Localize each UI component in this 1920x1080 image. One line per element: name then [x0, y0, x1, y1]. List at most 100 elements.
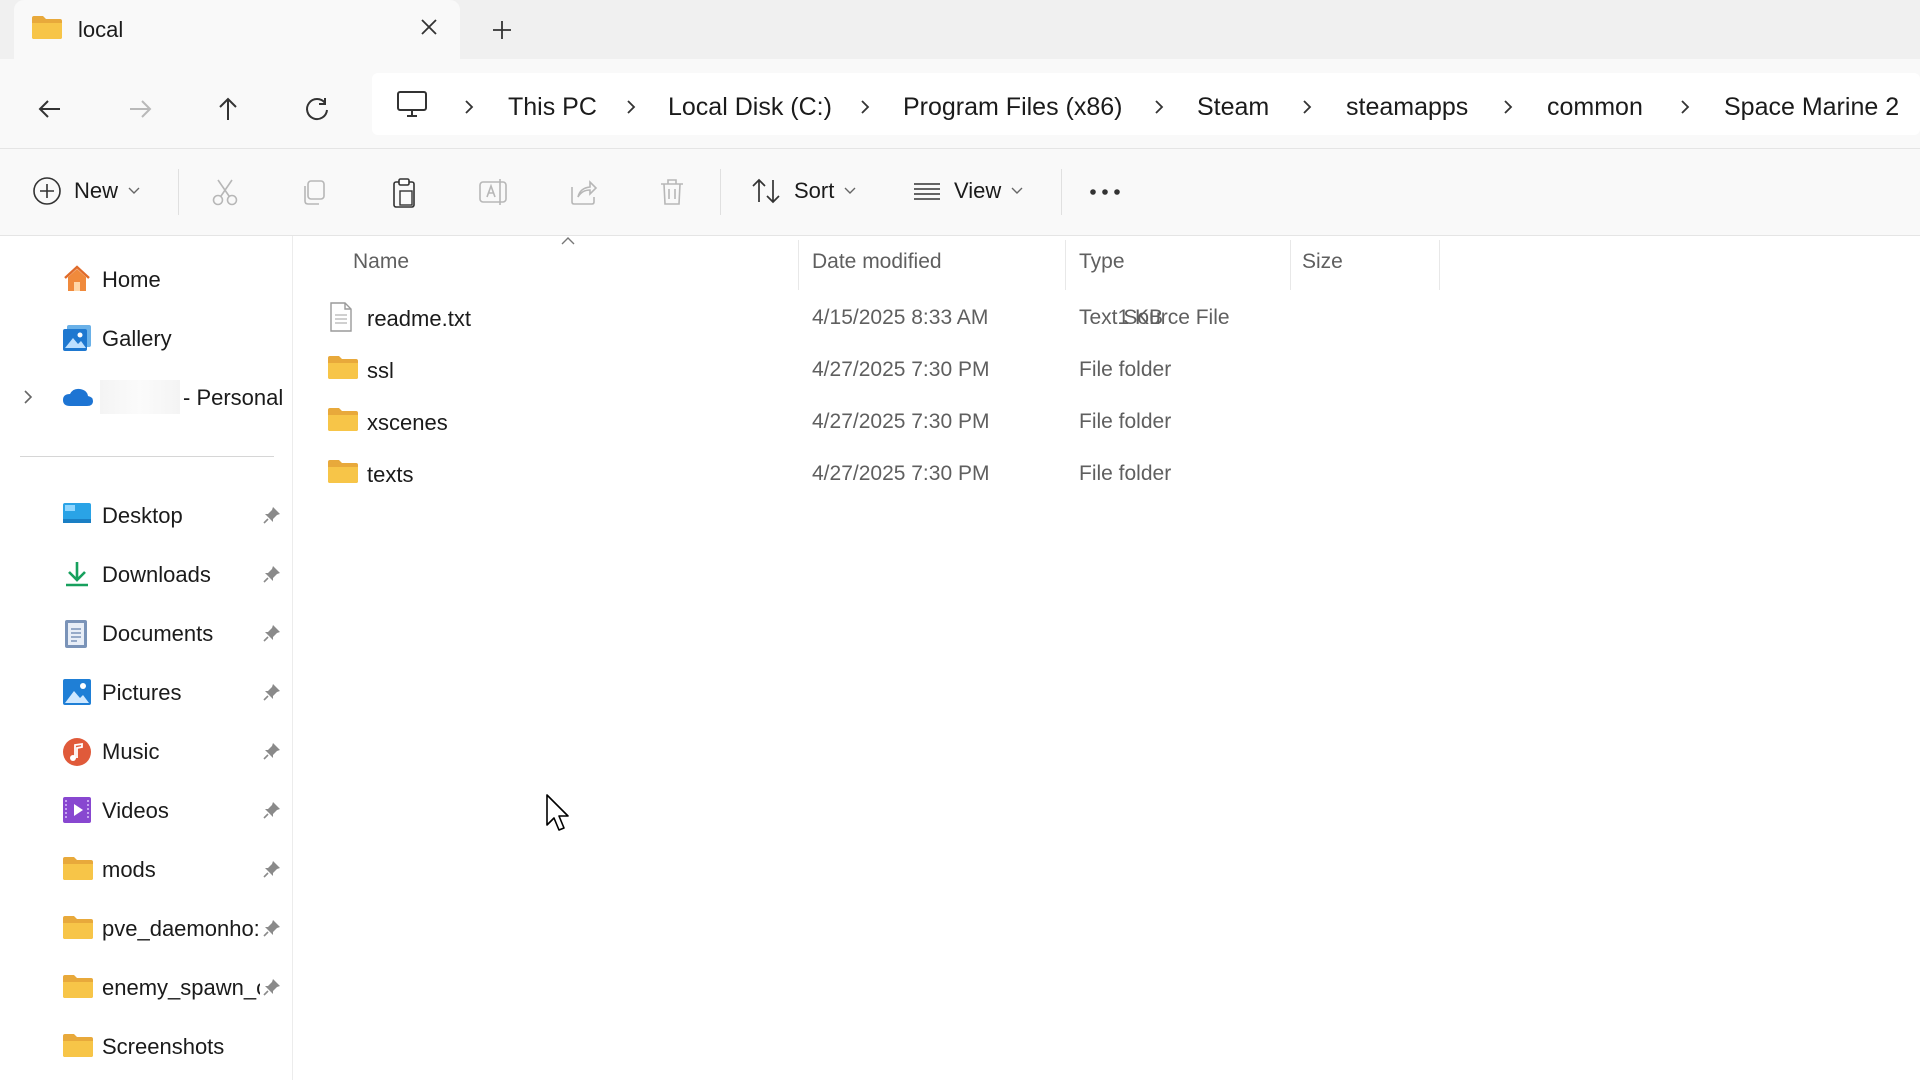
- column-separator[interactable]: [1290, 240, 1291, 290]
- back-arrow-icon[interactable]: [30, 89, 70, 129]
- file-list: Name Date modified Type Size readme.txt …: [293, 236, 1920, 1080]
- sidebar-item-pve-daemonhost[interactable]: pve_daemonho:: [0, 906, 292, 950]
- pin-icon[interactable]: [262, 564, 282, 584]
- sidebar-item-mods[interactable]: mods: [0, 847, 292, 891]
- file-row[interactable]: xscenes 4/27/2025 7:30 PM File folder: [293, 398, 1443, 446]
- file-row[interactable]: readme.txt 4/15/2025 8:33 AM Text Source…: [293, 294, 1443, 342]
- text-file-icon: [329, 302, 353, 332]
- sidebar-item-label: Documents: [102, 621, 214, 646]
- cloud-icon: [62, 387, 94, 407]
- column-separator[interactable]: [1439, 240, 1440, 290]
- sidebar-item-videos[interactable]: Videos: [0, 788, 292, 832]
- file-date: 4/27/2025 7:30 PM: [812, 462, 990, 485]
- sidebar-item-onedrive[interactable]: - Personal: [0, 375, 292, 419]
- delete-icon[interactable]: [657, 177, 687, 207]
- sort-ascending-icon: [560, 236, 576, 246]
- separator: [720, 169, 721, 215]
- chevron-right-icon[interactable]: [1300, 97, 1314, 117]
- sidebar-item-downloads[interactable]: Downloads: [0, 552, 292, 596]
- folder-icon: [327, 406, 359, 432]
- pin-icon[interactable]: [262, 977, 282, 997]
- share-icon[interactable]: [568, 177, 598, 207]
- sidebar-item-label: mods: [102, 857, 156, 882]
- chevron-right-icon[interactable]: [462, 97, 476, 117]
- rename-icon[interactable]: [478, 177, 510, 207]
- pin-icon[interactable]: [262, 741, 282, 761]
- separator: [1061, 169, 1062, 215]
- forward-arrow-icon[interactable]: [120, 89, 160, 129]
- breadcrumb-steam[interactable]: Steam: [1197, 93, 1269, 122]
- column-separator[interactable]: [798, 240, 799, 290]
- separator: [178, 169, 179, 215]
- plus-icon[interactable]: [490, 18, 514, 42]
- file-name: xscenes: [367, 410, 448, 435]
- breadcrumb-space-marine-2[interactable]: Space Marine 2: [1724, 93, 1899, 122]
- refresh-icon[interactable]: [297, 89, 337, 129]
- paste-icon[interactable]: [389, 177, 419, 209]
- file-date: 4/27/2025 7:30 PM: [812, 358, 990, 381]
- breadcrumb-this-pc[interactable]: This PC: [508, 93, 597, 122]
- sidebar-item-gallery[interactable]: Gallery: [0, 316, 292, 360]
- column-header-size[interactable]: Size: [1302, 250, 1343, 274]
- sort-label: Sort: [794, 178, 835, 203]
- column-header-date[interactable]: Date modified: [812, 250, 942, 274]
- cut-icon[interactable]: [210, 177, 240, 207]
- navigation-pane: Home Gallery - Personal Desktop Download…: [0, 236, 292, 1080]
- pin-icon[interactable]: [262, 800, 282, 820]
- file-row[interactable]: texts 4/27/2025 7:30 PM File folder: [293, 450, 1443, 498]
- sidebar-item-pictures[interactable]: Pictures: [0, 670, 292, 714]
- breadcrumb-local-disk[interactable]: Local Disk (C:): [668, 93, 832, 122]
- download-icon: [62, 560, 92, 588]
- breadcrumb[interactable]: This PC Local Disk (C:) Program Files (x…: [372, 73, 1920, 135]
- sidebar-item-label: Desktop: [102, 503, 183, 528]
- title-bar: local: [0, 0, 1920, 59]
- monitor-icon[interactable]: [396, 90, 428, 118]
- redacted-account-name: [100, 380, 180, 414]
- view-button[interactable]: View: [912, 176, 1023, 206]
- pin-icon[interactable]: [262, 505, 282, 525]
- chevron-right-icon[interactable]: [858, 97, 872, 117]
- chevron-down-icon: [844, 187, 856, 195]
- close-icon[interactable]: [418, 16, 440, 38]
- copy-icon[interactable]: [299, 177, 329, 207]
- sidebar-item-screenshots[interactable]: Screenshots: [0, 1024, 292, 1068]
- sidebar-item-enemy-spawn[interactable]: enemy_spawn_c: [0, 965, 292, 1009]
- breadcrumb-steamapps[interactable]: steamapps: [1346, 93, 1468, 122]
- sidebar-item-music[interactable]: Music: [0, 729, 292, 773]
- breadcrumb-common[interactable]: common: [1547, 93, 1643, 122]
- pin-icon[interactable]: [262, 682, 282, 702]
- pin-icon[interactable]: [262, 918, 282, 938]
- chevron-right-icon[interactable]: [624, 97, 638, 117]
- breadcrumb-program-files[interactable]: Program Files (x86): [903, 93, 1123, 122]
- file-name: texts: [367, 462, 414, 487]
- sidebar-item-desktop[interactable]: Desktop: [0, 493, 292, 537]
- column-header-name[interactable]: Name: [353, 250, 409, 274]
- sidebar-item-label: Screenshots: [102, 1034, 225, 1059]
- sidebar-item-home[interactable]: Home: [0, 257, 292, 301]
- folder-icon: [31, 14, 63, 40]
- sidebar-item-documents[interactable]: Documents: [0, 611, 292, 655]
- column-separator[interactable]: [1065, 240, 1066, 290]
- chevron-right-icon[interactable]: [22, 388, 34, 406]
- more-icon[interactable]: [1088, 187, 1122, 197]
- chevron-right-icon[interactable]: [1501, 97, 1515, 117]
- view-label: View: [954, 178, 1002, 203]
- documents-icon: [62, 619, 90, 649]
- up-arrow-icon[interactable]: [208, 89, 248, 129]
- new-button[interactable]: New: [32, 176, 140, 206]
- sort-button[interactable]: Sort: [750, 176, 856, 206]
- sidebar-item-label: Videos: [102, 798, 169, 823]
- file-date: 4/15/2025 8:33 AM: [812, 306, 989, 329]
- file-type: File folder: [1079, 358, 1172, 381]
- sidebar-item-label: Music: [102, 739, 160, 764]
- file-row[interactable]: ssl 4/27/2025 7:30 PM File folder: [293, 346, 1443, 394]
- file-size: 1 KB: [1117, 306, 1163, 329]
- pin-icon[interactable]: [262, 623, 282, 643]
- chevron-right-icon[interactable]: [1678, 97, 1692, 117]
- command-bar: New Sort View: [0, 149, 1920, 235]
- chevron-right-icon[interactable]: [1152, 97, 1166, 117]
- tab-local[interactable]: local: [14, 0, 460, 59]
- column-header-type[interactable]: Type: [1079, 250, 1125, 274]
- pin-icon[interactable]: [262, 859, 282, 879]
- sidebar-item-label: Gallery: [102, 326, 172, 351]
